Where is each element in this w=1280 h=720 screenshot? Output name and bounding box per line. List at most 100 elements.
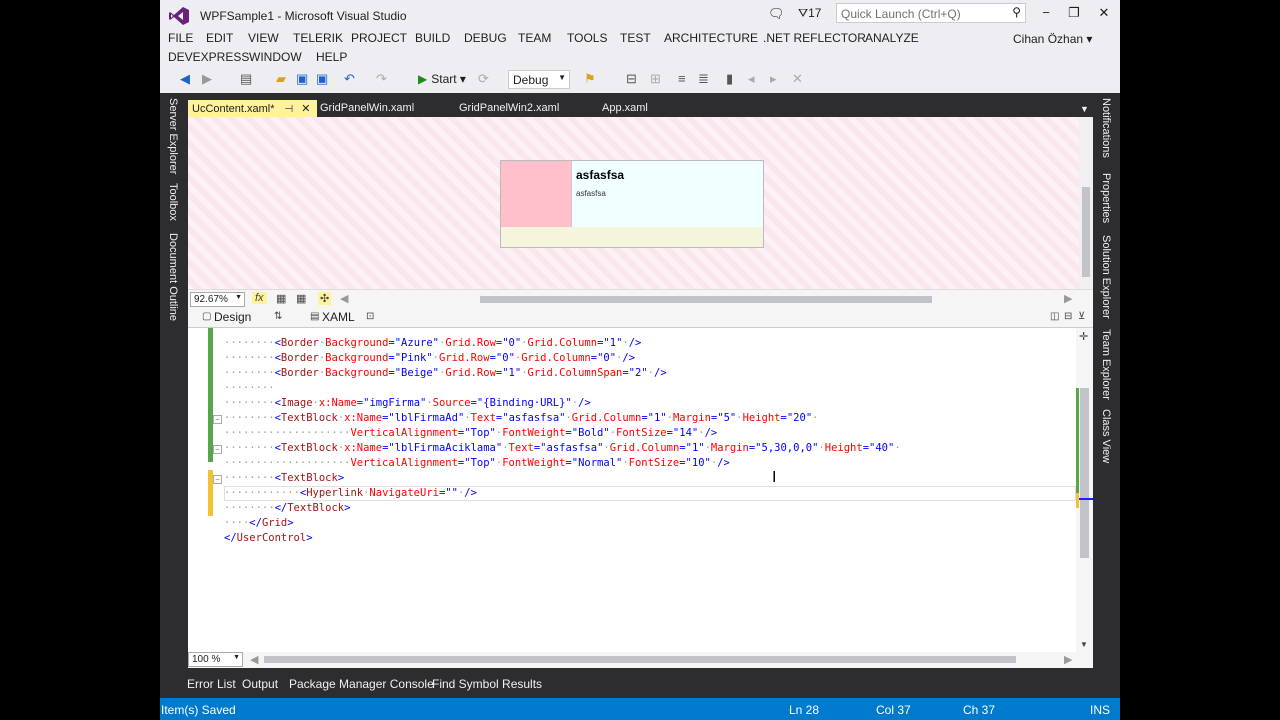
user-account[interactable]: Cihan Özhan ▾ bbox=[1013, 32, 1092, 46]
scroll-left-icon[interactable]: ◀ bbox=[250, 653, 258, 666]
layout-icon[interactable]: ⊞ bbox=[650, 71, 661, 87]
undo-icon[interactable]: ↶ bbox=[344, 71, 355, 87]
tab-app[interactable]: App.xaml bbox=[598, 100, 652, 117]
tab-gridpanelwin[interactable]: GridPanelWin.xaml bbox=[316, 100, 418, 117]
menu-project[interactable]: PROJECT bbox=[351, 31, 407, 45]
feedback-flag[interactable]: ⛛17 bbox=[798, 6, 821, 21]
menu-build[interactable]: BUILD bbox=[415, 31, 450, 45]
code-line[interactable]: ········<TextBlock> bbox=[224, 471, 901, 486]
code-line[interactable]: ············<Hyperlink·NavigateUri=""·/> bbox=[224, 486, 901, 501]
new-project-icon[interactable]: ▤ bbox=[240, 71, 252, 87]
code-line[interactable]: ········ bbox=[224, 381, 901, 396]
pin-icon[interactable]: ⊣ bbox=[285, 104, 294, 115]
comment-icon[interactable]: ≡ bbox=[678, 71, 686, 86]
scroll-thumb[interactable] bbox=[1080, 388, 1089, 558]
code-line[interactable]: ····················VerticalAlignment="T… bbox=[224, 456, 901, 471]
start-button[interactable]: ▶ Start ▾ bbox=[418, 72, 466, 86]
menu-debug[interactable]: DEBUG bbox=[464, 31, 507, 45]
code-line[interactable]: ········<Image·x:Name="imgFirma"·Source=… bbox=[224, 396, 901, 411]
tab-xaml[interactable]: XAML bbox=[322, 310, 355, 324]
collapse-pane-icon[interactable]: ⊡ bbox=[366, 311, 374, 322]
restore-button[interactable]: ❐ bbox=[1064, 5, 1084, 21]
editor-horizontal-scrollbar[interactable] bbox=[264, 656, 1016, 663]
refresh-icon[interactable]: ⟳ bbox=[478, 71, 489, 87]
tab-gridpanelwin2[interactable]: GridPanelWin2.xaml bbox=[455, 100, 563, 117]
menu-edit[interactable]: EDIT bbox=[206, 31, 233, 45]
class-view-tab[interactable]: Class View bbox=[1100, 409, 1112, 463]
usercontrol-preview[interactable]: asfasfsa asfasfsa bbox=[500, 160, 764, 248]
menu-test[interactable]: TEST bbox=[620, 31, 651, 45]
forward-icon[interactable]: ▶ bbox=[202, 71, 212, 87]
fold-icon[interactable]: − bbox=[213, 415, 222, 424]
designer-zoom-select[interactable]: 92.67% ▼ bbox=[190, 292, 245, 307]
clear-bookmarks-icon[interactable]: ✕ bbox=[792, 71, 803, 87]
editor-zoom-select[interactable]: 100 % ▼ bbox=[188, 652, 243, 667]
code-line[interactable]: </UserControl> bbox=[224, 531, 901, 546]
back-icon[interactable]: ◀ bbox=[180, 71, 190, 87]
scroll-left-icon[interactable]: ◀ bbox=[340, 292, 348, 305]
menu-tools[interactable]: TOOLS bbox=[567, 31, 607, 45]
tab-design[interactable]: Design bbox=[214, 310, 251, 324]
code-line[interactable]: ····················VerticalAlignment="T… bbox=[224, 426, 901, 441]
snap-grid-icon[interactable]: ▦ bbox=[296, 292, 306, 305]
code-line[interactable]: ········<Border·Background="Azure"·Grid.… bbox=[224, 336, 901, 351]
toolbox-tab[interactable]: Toolbox bbox=[167, 183, 179, 221]
notifications-tab[interactable]: Notifications bbox=[1100, 98, 1112, 158]
tab-overflow-icon[interactable]: ▼ bbox=[1080, 104, 1089, 114]
menu-team[interactable]: TEAM bbox=[518, 31, 551, 45]
code-line[interactable]: ········<Border·Background="Pink"·Grid.R… bbox=[224, 351, 901, 366]
code-line[interactable]: ········<Border·Background="Beige"·Grid.… bbox=[224, 366, 901, 381]
swap-panes-icon[interactable]: ⇅ bbox=[274, 311, 282, 322]
properties-tab[interactable]: Properties bbox=[1100, 173, 1112, 223]
grid-icon[interactable]: ▦ bbox=[276, 292, 286, 305]
code-line[interactable]: ········<TextBlock·x:Name="lblFirmaAcikl… bbox=[224, 441, 901, 456]
split-editor-icon[interactable]: ✛ bbox=[1079, 330, 1088, 343]
menu-file[interactable]: FILE bbox=[168, 31, 193, 45]
close-button[interactable]: ✕ bbox=[1094, 5, 1114, 21]
menu-help[interactable]: HELP bbox=[316, 50, 347, 64]
tab-package-manager-console[interactable]: Package Manager Console bbox=[289, 677, 434, 691]
team-explorer-tab[interactable]: Team Explorer bbox=[1100, 329, 1112, 400]
code-line[interactable]: ········</TextBlock> bbox=[224, 501, 901, 516]
solution-explorer-tab[interactable]: Solution Explorer bbox=[1100, 235, 1112, 319]
close-icon[interactable]: ✕ bbox=[301, 103, 310, 115]
menu-devexpress[interactable]: DEVEXPRESS bbox=[168, 50, 249, 64]
tab-find-symbol-results[interactable]: Find Symbol Results bbox=[432, 677, 542, 691]
designer-horizontal-scrollbar[interactable] bbox=[480, 296, 932, 303]
code-line[interactable]: ····</Grid> bbox=[224, 516, 901, 531]
uncomment-icon[interactable]: ≣ bbox=[698, 71, 709, 87]
vertical-split-icon[interactable]: ◫ bbox=[1050, 311, 1059, 322]
minimize-button[interactable]: − bbox=[1036, 5, 1056, 20]
align-icon[interactable]: ⊟ bbox=[626, 71, 637, 87]
fx-toggle[interactable]: fx bbox=[252, 292, 267, 304]
scroll-right-icon[interactable]: ▶ bbox=[1064, 653, 1072, 666]
menu-window[interactable]: WINDOW bbox=[249, 50, 302, 64]
solution-configuration-select[interactable]: Debug ▼ bbox=[508, 70, 570, 89]
prev-bookmark-icon[interactable]: ◂ bbox=[748, 71, 755, 87]
horizontal-split-icon[interactable]: ⊟ bbox=[1064, 311, 1072, 322]
xaml-code-editor[interactable]: − − − ········<Border·Background="Azure"… bbox=[188, 328, 1093, 652]
document-outline-tab[interactable]: Document Outline bbox=[167, 233, 179, 321]
fold-icon[interactable]: − bbox=[213, 475, 222, 484]
menu-view[interactable]: VIEW bbox=[248, 31, 279, 45]
menu-analyze[interactable]: ANALYZE bbox=[865, 31, 919, 45]
tab-uccontent[interactable]: UcContent.xaml* ⊣ ✕ bbox=[188, 100, 317, 117]
quick-launch-input[interactable]: Quick Launch (Ctrl+Q) ⚲ bbox=[836, 3, 1026, 23]
collapse-icon[interactable]: ⊻ bbox=[1078, 311, 1085, 322]
open-file-icon[interactable]: ▰ bbox=[276, 71, 286, 87]
scroll-right-icon[interactable]: ▶ bbox=[1064, 292, 1072, 305]
tab-error-list[interactable]: Error List bbox=[187, 677, 236, 691]
menu-architecture[interactable]: ARCHITECTURE bbox=[664, 31, 758, 45]
notifications-icon[interactable]: 🗨 bbox=[768, 6, 785, 22]
designer-vertical-scrollbar[interactable] bbox=[1079, 117, 1093, 290]
code-line[interactable]: ········<TextBlock·x:Name="lblFirmaAd"·T… bbox=[224, 411, 901, 426]
fold-icon[interactable]: − bbox=[213, 445, 222, 454]
bookmark-icon[interactable]: ▮ bbox=[726, 71, 733, 87]
redo-icon[interactable]: ↷ bbox=[376, 71, 387, 87]
menu-telerik[interactable]: TELERIK bbox=[293, 31, 343, 45]
snap-lines-icon[interactable]: ✣ bbox=[318, 292, 332, 305]
tab-output[interactable]: Output bbox=[242, 677, 278, 691]
next-bookmark-icon[interactable]: ▸ bbox=[770, 71, 777, 87]
find-icon[interactable]: ⚑ bbox=[584, 71, 596, 87]
scroll-thumb[interactable] bbox=[1082, 187, 1090, 277]
